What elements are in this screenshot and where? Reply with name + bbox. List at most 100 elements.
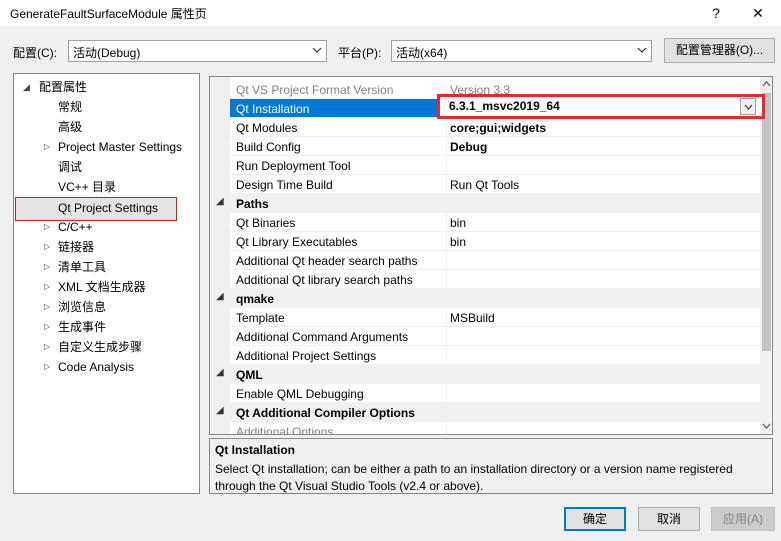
tree-item[interactable]: 高级 xyxy=(14,117,199,137)
collapse-icon[interactable]: ◢ xyxy=(216,196,224,207)
property-row[interactable]: Additional Qt header search paths xyxy=(230,251,760,270)
expand-icon[interactable]: ▷ xyxy=(44,357,54,377)
property-row[interactable]: Run Deployment Tool xyxy=(230,156,760,175)
tree-item-label: 调试 xyxy=(58,160,83,174)
title-bar: GenerateFaultSurfaceModule 属性页 ? ✕ xyxy=(0,0,781,26)
property-row[interactable]: Additional Options xyxy=(230,422,760,434)
property-value[interactable]: MSBuild xyxy=(450,311,495,325)
property-name: Additional Command Arguments xyxy=(236,330,409,344)
collapse-icon[interactable]: ◢ xyxy=(216,405,224,416)
expand-icon[interactable]: ▷ xyxy=(44,277,54,297)
expand-icon[interactable]: ▷ xyxy=(44,137,54,157)
tree-item-label: 常规 xyxy=(58,100,83,114)
tree-item[interactable]: ▷ 链接器 xyxy=(14,237,199,257)
property-category[interactable]: ◢ qmake xyxy=(210,289,760,308)
config-combobox[interactable]: 活动(Debug) xyxy=(68,40,327,62)
property-row[interactable]: Template MSBuild xyxy=(230,308,760,327)
property-row[interactable]: Qt Library Executables bin xyxy=(230,232,760,251)
scroll-down-icon[interactable] xyxy=(762,422,771,430)
tree-item[interactable]: ▷ Project Master Settings xyxy=(14,137,199,157)
tree-item[interactable]: ▷ XML 文档生成器 xyxy=(14,277,199,297)
column-divider xyxy=(446,156,447,175)
tree-item-label: VC++ 目录 xyxy=(58,180,117,194)
property-row[interactable]: Design Time Build Run Qt Tools xyxy=(230,175,760,194)
property-name: Run Deployment Tool xyxy=(236,159,351,173)
property-value[interactable]: core;gui;widgets xyxy=(450,121,546,135)
property-row[interactable]: Additional Project Settings xyxy=(230,346,760,365)
tree-item-label: 清单工具 xyxy=(58,260,107,274)
property-value[interactable]: bin xyxy=(450,235,466,249)
tree-item[interactable]: ▷ 清单工具 xyxy=(14,257,199,277)
expand-icon[interactable]: ▷ xyxy=(44,217,54,237)
ok-button[interactable]: 确定 xyxy=(564,507,626,531)
config-manager-button[interactable]: 配置管理器(O)... xyxy=(664,38,775,63)
tree-item-label: 链接器 xyxy=(58,240,95,254)
property-row[interactable]: Enable QML Debugging xyxy=(230,384,760,403)
collapse-icon[interactable]: ◢ xyxy=(216,291,224,302)
property-row[interactable]: Additional Command Arguments xyxy=(230,327,760,346)
window-title: GenerateFaultSurfaceModule 属性页 xyxy=(10,7,207,21)
column-divider xyxy=(446,213,447,232)
tree-root[interactable]: ◢ 配置属性 xyxy=(14,77,199,97)
property-name: Qt Binaries xyxy=(236,216,296,230)
expand-icon[interactable]: ▷ xyxy=(44,237,54,257)
property-name: Additional Project Settings xyxy=(236,349,377,363)
column-divider xyxy=(446,118,447,137)
dropdown-button[interactable] xyxy=(740,98,756,115)
category-label: qmake xyxy=(236,292,275,306)
expand-icon[interactable]: ▷ xyxy=(44,297,54,317)
tree-item[interactable]: 调试 xyxy=(14,157,199,177)
qt-installation-value: 6.3.1_msvc2019_64 xyxy=(449,99,560,113)
tree-item[interactable]: ▷ C/C++ xyxy=(14,217,199,237)
config-value: 活动(Debug) xyxy=(73,46,141,60)
tree-item-label: Project Master Settings xyxy=(58,140,183,154)
collapse-icon[interactable]: ◢ xyxy=(216,367,224,378)
property-grid[interactable]: Qt VS Project Format Version Version 3.3 Q… xyxy=(209,76,773,435)
config-label: 配置(C): xyxy=(13,46,57,60)
tree-item[interactable]: ▷ 自定义生成步骤 xyxy=(14,337,199,357)
scrollbar-thumb[interactable] xyxy=(762,93,771,351)
column-divider xyxy=(446,308,447,327)
expand-icon[interactable]: ▷ xyxy=(44,257,54,277)
column-divider xyxy=(446,232,447,251)
property-value[interactable]: Debug xyxy=(450,140,487,154)
help-button[interactable]: ? xyxy=(696,0,736,26)
cancel-button[interactable]: 取消 xyxy=(638,507,700,531)
property-row[interactable]: Qt Binaries bin xyxy=(230,213,760,232)
column-divider xyxy=(446,384,447,403)
chevron-down-icon xyxy=(744,104,753,110)
tree-item-label: 浏览信息 xyxy=(58,300,107,314)
property-category[interactable]: ◢ Qt Additional Compiler Options xyxy=(210,403,760,422)
property-value[interactable]: Run Qt Tools xyxy=(450,178,519,192)
tree-item[interactable]: ▷ 浏览信息 xyxy=(14,297,199,317)
expand-icon[interactable]: ▷ xyxy=(44,317,54,337)
vertical-scrollbar[interactable] xyxy=(760,77,772,434)
property-row[interactable]: Build Config Debug xyxy=(230,137,760,156)
description-title: Qt Installation xyxy=(215,443,296,457)
property-row[interactable]: Additional Qt library search paths xyxy=(230,270,760,289)
tree-item[interactable]: ▷ 生成事件 xyxy=(14,317,199,337)
property-value[interactable]: bin xyxy=(450,216,466,230)
property-name: Qt VS Project Format Version xyxy=(236,83,394,97)
property-category[interactable]: ◢ QML xyxy=(210,365,760,384)
property-category[interactable]: ◢ Paths xyxy=(210,194,760,213)
tree-item-label: XML 文档生成器 xyxy=(58,280,146,294)
tree-item[interactable]: ▷ Code Analysis xyxy=(14,357,199,377)
collapse-icon[interactable]: ◢ xyxy=(23,77,33,97)
apply-button[interactable]: 应用(A) xyxy=(711,507,775,531)
platform-combobox[interactable]: 活动(x64) xyxy=(391,40,652,62)
expand-icon[interactable]: ▷ xyxy=(44,337,54,357)
settings-tree[interactable]: ◢ 配置属性 常规 高级 ▷ Project Master Settings 调试 VC+… xyxy=(13,73,200,494)
description-pane: Qt Installation Select Qt installation; … xyxy=(209,438,773,494)
tree-item[interactable]: 常规 xyxy=(14,97,199,117)
scroll-up-icon[interactable] xyxy=(762,80,771,88)
column-divider xyxy=(446,327,447,346)
close-button[interactable]: ✕ xyxy=(738,0,778,26)
property-name: Qt Modules xyxy=(236,121,298,135)
property-name: Qt Installation xyxy=(236,102,310,116)
property-row[interactable]: Qt Modules core;gui;widgets xyxy=(230,118,760,137)
qt-installation-dropdown[interactable]: 6.3.1_msvc2019_64 xyxy=(437,94,765,119)
property-name: Design Time Build xyxy=(236,178,333,192)
property-name: Additional Qt header search paths xyxy=(236,254,418,268)
tree-item[interactable]: VC++ 目录 xyxy=(14,177,199,197)
